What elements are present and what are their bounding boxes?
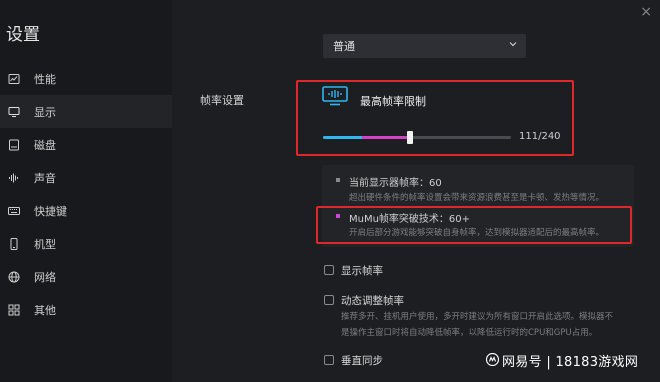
bullet-gray <box>336 178 340 182</box>
sidebar-item-label: 性能 <box>34 72 56 86</box>
sidebar-item-sound[interactable]: 声音 <box>0 161 172 194</box>
fps-monitor-icon <box>322 86 348 106</box>
bullet-purple <box>336 214 340 218</box>
watermark-text: 网易号 | 18183游戏网 <box>502 355 639 370</box>
dynamic-fps-checkbox[interactable] <box>324 295 334 305</box>
grid-icon <box>8 304 20 316</box>
fps-limit-title: 最高帧率限制 <box>360 95 426 108</box>
sidebar-item-display[interactable]: 显示 <box>0 95 172 128</box>
sidebar-item-label: 其他 <box>34 303 56 317</box>
sidebar-item-model[interactable]: 机型 <box>0 227 172 260</box>
sidebar-item-label: 声音 <box>34 171 56 185</box>
vsync-label: 垂直同步 <box>341 355 383 367</box>
dynamic-fps-desc-line2: 是操作主窗口时将自动降低帧率，以降低运行时的CPU和GPU占用。 <box>341 328 598 338</box>
current-fps-title: 当前显示器帧率：60 <box>349 178 442 189</box>
phone-icon <box>8 237 20 250</box>
sidebar-item-label: 快捷键 <box>34 204 67 218</box>
sidebar-item-label: 磁盘 <box>34 138 56 152</box>
sidebar-item-label: 机型 <box>34 237 56 251</box>
frame-rate-section-label: 帧率设置 <box>200 94 244 107</box>
quality-select-value: 普通 <box>333 40 355 53</box>
keyboard-icon <box>8 205 20 217</box>
sidebar-item-network[interactable]: 网络 <box>0 260 172 293</box>
globe-icon <box>8 271 20 283</box>
show-fps-label: 显示帧率 <box>341 265 383 277</box>
sidebar-item-shortcuts[interactable]: 快捷键 <box>0 194 172 227</box>
performance-icon <box>8 73 20 85</box>
slider-handle[interactable] <box>407 131 413 144</box>
mumu-boost-title: MuMu帧率突破技术：60+ <box>349 214 471 225</box>
quality-select[interactable]: 普通 <box>323 34 526 58</box>
mumu-boost-desc: 开启后部分游戏能够突破自身帧率，达到模拟器适配后的最高帧率。 <box>349 228 605 238</box>
chevron-down-icon <box>509 42 517 47</box>
fps-limit-slider[interactable] <box>323 131 511 144</box>
settings-title: 设置 <box>6 25 40 45</box>
fps-limit-value: 111/240 <box>519 131 561 142</box>
settings-sidebar: 设置 性能 显示 磁盘 声音 快捷键 机型 网络 其他 <box>0 0 172 382</box>
monitor-icon <box>8 106 20 118</box>
sound-icon <box>8 172 20 184</box>
close-icon[interactable]: × <box>640 4 652 20</box>
sidebar-item-disk[interactable]: 磁盘 <box>0 128 172 161</box>
sidebar-item-performance[interactable]: 性能 <box>0 62 172 95</box>
show-fps-checkbox[interactable] <box>324 265 334 275</box>
slider-fill-pink <box>362 136 410 139</box>
sidebar-nav: 性能 显示 磁盘 声音 快捷键 机型 网络 其他 <box>0 62 172 326</box>
dynamic-fps-label: 动态调整帧率 <box>341 295 404 307</box>
sidebar-item-label: 网络 <box>34 270 56 284</box>
slider-fill-blue <box>323 136 362 139</box>
disk-icon <box>8 139 20 151</box>
dynamic-fps-desc-line1: 推荐多开、挂机用户使用，多开时建议为所有窗口开启此选项。模拟器不 <box>341 312 614 322</box>
vsync-checkbox[interactable] <box>324 355 334 365</box>
current-fps-desc: 超出硬件条件的帧率设置会带来资源浪费甚至是卡顿、发热等情况。 <box>349 193 605 203</box>
sidebar-item-other[interactable]: 其他 <box>0 293 172 326</box>
watermark-logo-icon <box>486 353 499 366</box>
sidebar-item-label: 显示 <box>34 105 56 119</box>
